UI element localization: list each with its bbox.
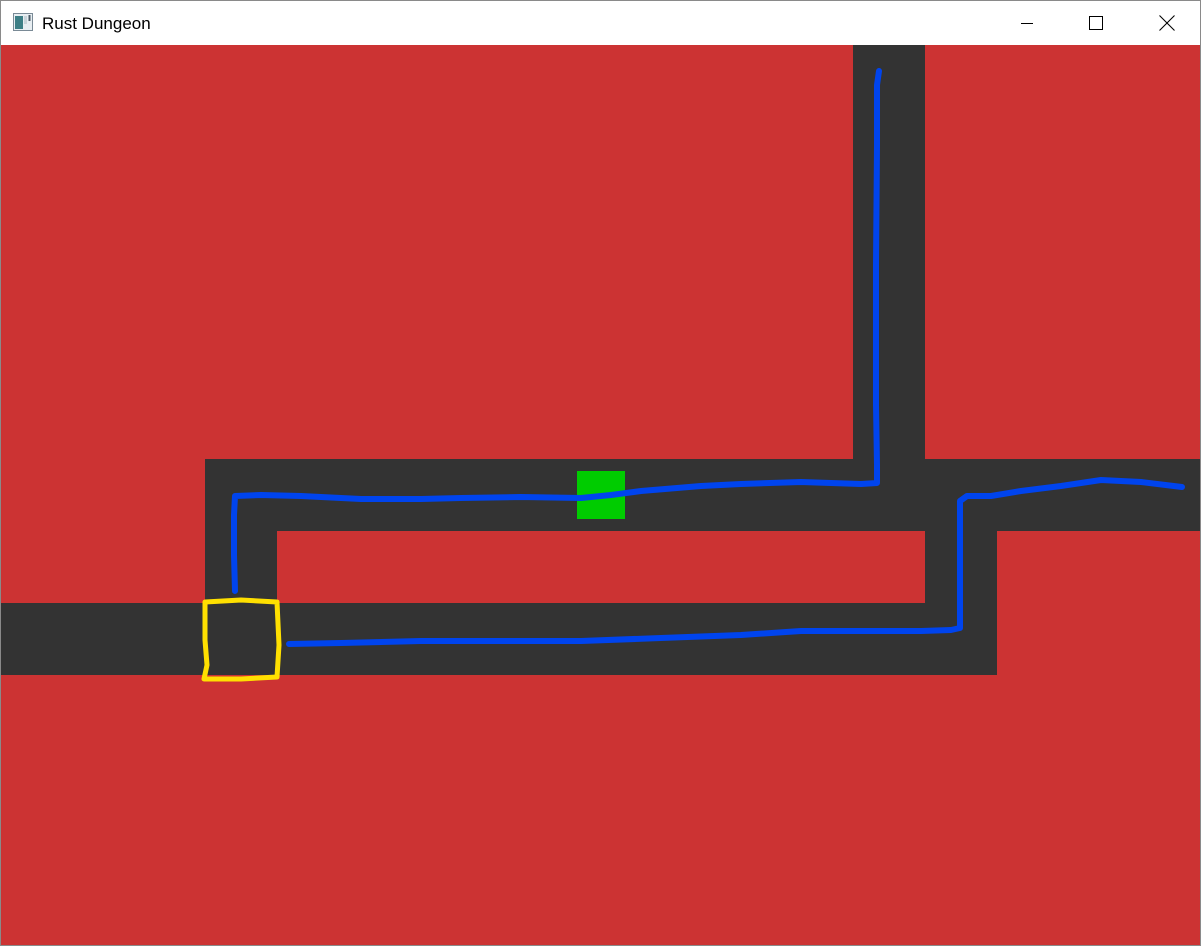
minimize-icon	[1021, 23, 1033, 24]
game-canvas[interactable]	[1, 45, 1200, 945]
maximize-icon	[1089, 16, 1103, 30]
dungeon-map	[1, 45, 1200, 945]
app-window-icon	[13, 13, 33, 31]
close-icon	[1159, 15, 1175, 31]
minimize-button[interactable]	[1004, 1, 1050, 45]
maximize-button[interactable]	[1073, 1, 1119, 45]
title-bar[interactable]: Rust Dungeon	[1, 1, 1200, 45]
window-title: Rust Dungeon	[42, 14, 151, 33]
corridor-horizontal-upper	[205, 459, 1200, 531]
close-button[interactable]	[1144, 1, 1190, 45]
corridor-vertical-top	[853, 45, 925, 531]
app-window: Rust Dungeon	[0, 0, 1201, 946]
